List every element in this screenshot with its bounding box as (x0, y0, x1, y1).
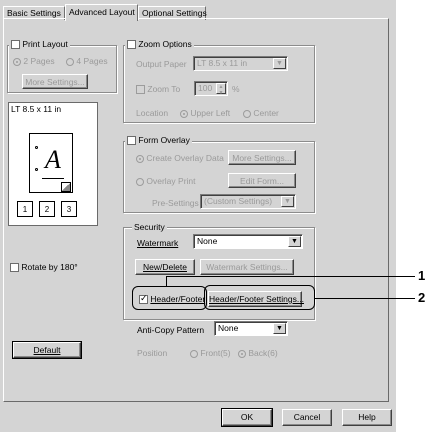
zoom-options-checkbox[interactable] (127, 40, 136, 50)
zoom-to-option[interactable]: Zoom To (136, 84, 180, 95)
overlay-print-radio[interactable] (136, 177, 144, 186)
back-radio[interactable] (238, 349, 246, 358)
form-overlay-header: Form Overlay (125, 135, 192, 146)
pre-settings-label: Pre-Settings (152, 198, 199, 208)
dropdown-arrow-icon: ▼ (281, 196, 294, 207)
zoom-value-spinner[interactable]: 100 ▲ ▼ (194, 81, 228, 96)
pre-settings-select[interactable]: (Custom Settings) ▼ (200, 194, 296, 209)
dropdown-arrow-icon: ▼ (273, 58, 286, 69)
upper-left-radio[interactable] (180, 109, 188, 118)
front-radio[interactable] (190, 349, 198, 358)
dropdown-arrow-icon: ▼ (288, 236, 301, 247)
center-option[interactable]: Center (243, 108, 279, 118)
back-option[interactable]: Back(6) (238, 348, 278, 358)
preview-letter: A (45, 145, 61, 174)
ok-button[interactable]: OK (221, 408, 273, 427)
callout-box-1 (132, 286, 207, 310)
cancel-button[interactable]: Cancel (282, 409, 332, 426)
callout-number-1: 1 (418, 268, 426, 283)
output-paper-select[interactable]: LT 8.5 x 11 in ▼ (193, 56, 288, 71)
zoom-unit: % (232, 84, 240, 94)
spinner-arrows-icon: ▲ ▼ (216, 83, 226, 96)
position-label: Position (137, 348, 168, 358)
create-overlay-radio[interactable] (136, 154, 144, 163)
front-option[interactable]: Front(5) (190, 348, 231, 358)
binding-hole-icon (35, 146, 38, 149)
anti-copy-select[interactable]: None ▼ (214, 321, 288, 336)
four-pages-radio[interactable] (66, 57, 74, 66)
security-title: Security (132, 222, 167, 232)
two-pages-radio[interactable] (13, 57, 21, 66)
preview-rule (42, 178, 64, 179)
four-pages-option[interactable]: 4 Pages (66, 56, 108, 66)
rotate-option[interactable]: Rotate by 180° (10, 262, 78, 273)
dropdown-arrow-icon: ▼ (273, 323, 286, 334)
watermark-label: Watermark (137, 238, 179, 248)
tab-advanced-layout[interactable]: Advanced Layout (65, 4, 138, 21)
two-pages-option[interactable]: 2 Pages (13, 56, 55, 66)
page-3-icon: 3 (61, 201, 77, 217)
page-fold-icon (61, 182, 71, 192)
print-layout-title: Print Layout (22, 39, 68, 49)
new-delete-button[interactable]: New/Delete (135, 259, 195, 275)
zoom-to-checkbox[interactable] (136, 85, 145, 95)
callout-1-leader-vertical (166, 276, 167, 286)
edit-form-button[interactable]: Edit Form... (228, 173, 296, 188)
preview-paper-label: LT 8.5 x 11 in (11, 104, 62, 114)
location-label: Location (136, 108, 169, 118)
layout-preview: LT 8.5 x 11 in A 1 2 3 (8, 102, 98, 226)
create-overlay-option[interactable]: Create Overlay Data (136, 153, 224, 163)
overlay-more-settings-button[interactable]: More Settings... (228, 150, 296, 165)
zoom-options-header: Zoom Options (125, 39, 194, 50)
output-paper-label: Output Paper (136, 59, 187, 69)
page-1-icon: 1 (17, 201, 33, 217)
callout-1-leader (166, 276, 415, 277)
watermark-settings-button[interactable]: Watermark Settings... (200, 259, 294, 275)
print-layout-checkbox[interactable] (11, 40, 20, 50)
callout-box-2 (204, 285, 315, 310)
advanced-layout-dialog: Basic Settings Advanced Layout Optional … (0, 0, 396, 432)
page-2-icon: 2 (39, 201, 55, 217)
upper-left-option[interactable]: Upper Left (180, 108, 230, 118)
form-overlay-checkbox[interactable] (127, 136, 136, 146)
print-layout-header: Print Layout (9, 39, 70, 50)
overlay-print-option[interactable]: Overlay Print (136, 176, 196, 186)
preview-page: A (29, 133, 73, 193)
center-radio[interactable] (243, 109, 251, 118)
anti-copy-label: Anti-Copy Pattern (137, 325, 205, 335)
watermark-select[interactable]: None ▼ (193, 234, 303, 249)
callout-number-2: 2 (418, 290, 426, 305)
more-settings-button[interactable]: More Settings... (22, 74, 88, 89)
default-button[interactable]: Default (12, 341, 82, 359)
help-button[interactable]: Help (342, 409, 392, 426)
rotate-checkbox[interactable] (10, 263, 19, 273)
binding-hole-icon (35, 168, 38, 171)
callout-2-leader (315, 298, 415, 299)
